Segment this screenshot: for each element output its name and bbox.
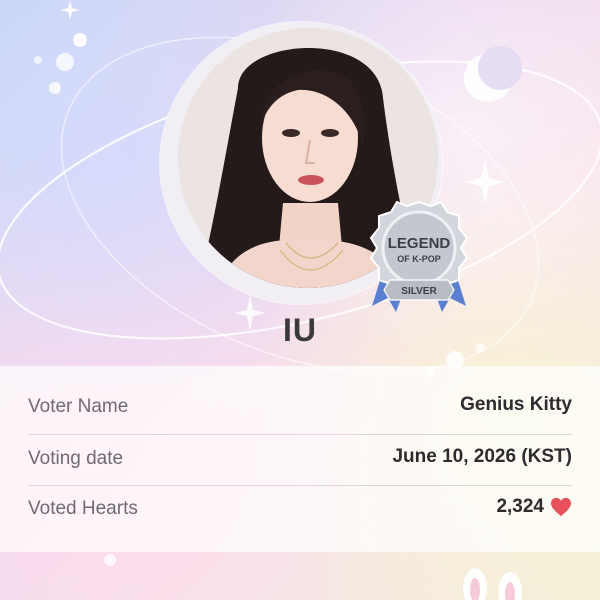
badge-tier: SILVER: [401, 286, 437, 297]
sparkle-icon: [60, 0, 80, 20]
voter-name-label: Voter Name: [28, 396, 129, 417]
voting-date-label: Voting date: [28, 448, 124, 469]
badge-line2: OF K-POP: [397, 254, 441, 264]
vote-certificate-screen: LEGEND OF K-POP SILVER IU Voter Name Gen…: [0, 0, 600, 600]
voted-hearts-value: 2,324: [496, 496, 544, 517]
vote-info-panel: Voter Name Genius Kitty Voting date June…: [0, 366, 600, 552]
legend-silver-badge: LEGEND OF K-POP SILVER: [364, 196, 474, 316]
voted-hearts-row: Voted Hearts 2,324: [28, 484, 572, 536]
voting-date-row: Voting date June 10, 2026 (KST): [28, 434, 572, 486]
decor-dot: [104, 554, 116, 566]
bunny-ears-decoration: [463, 568, 522, 600]
decor-dot: [49, 82, 61, 94]
heart-icon: [551, 497, 571, 517]
decor-dot: [34, 56, 42, 64]
voted-hearts-label: Voted Hearts: [28, 498, 138, 519]
voter-name-row: Voter Name Genius Kitty: [28, 382, 572, 434]
voter-name-value: Genius Kitty: [460, 394, 572, 415]
crescent-moon-icon: [464, 46, 522, 102]
badge-line1: LEGEND: [388, 235, 451, 252]
voting-date-value: June 10, 2026 (KST): [392, 446, 572, 467]
decor-dot: [56, 53, 74, 71]
voted-hearts-value-group: 2,324: [496, 496, 572, 518]
decor-dot: [73, 33, 87, 47]
artist-name: IU: [283, 312, 317, 348]
